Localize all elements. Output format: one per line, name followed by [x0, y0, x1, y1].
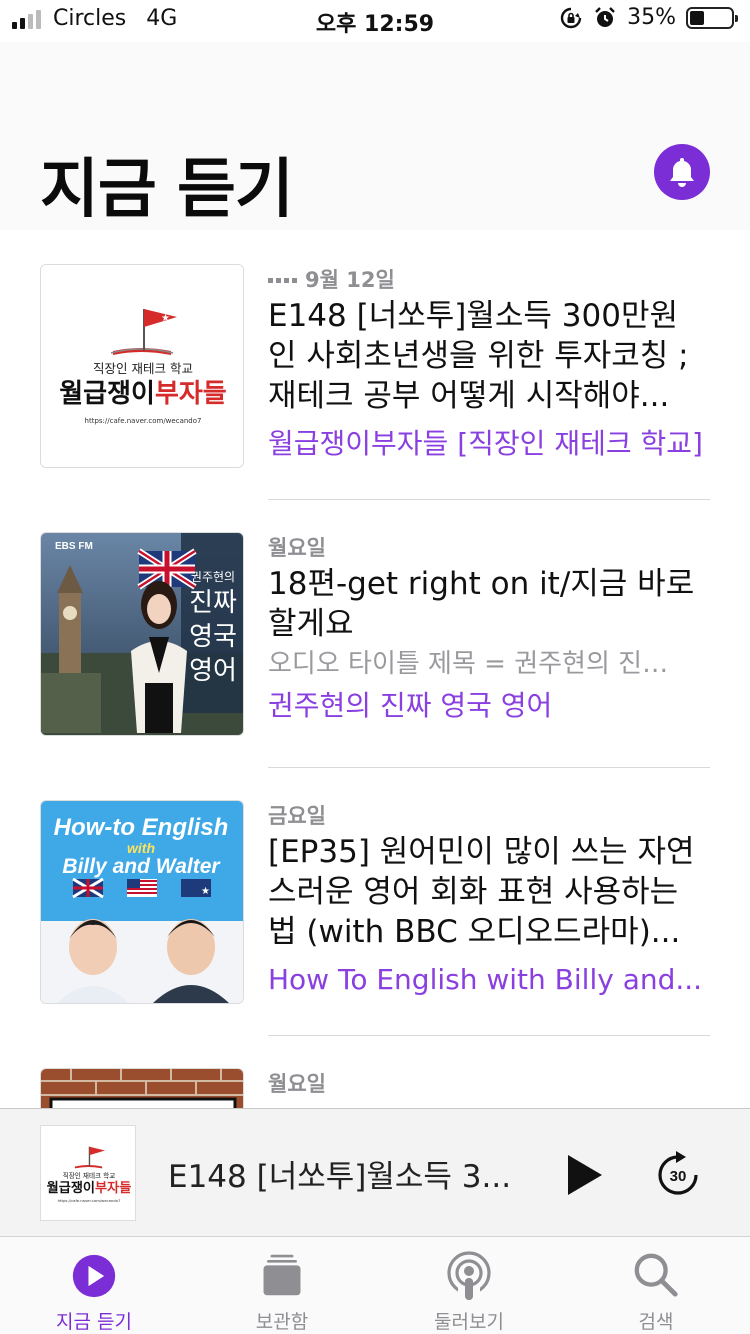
art-subtitle: 직장인 재테크 학교	[93, 361, 193, 376]
play-circle-icon	[72, 1254, 116, 1298]
mini-art-name-black: 월급쟁이	[47, 1179, 95, 1196]
episode-row[interactable]: EBS FM 권주현의 진짜 영국 영어 월요일 18편-get right o…	[40, 532, 710, 736]
wolgeup-logo-artwork: ★ 직장인 재테크 학교 월급쟁이부자들 https://cafe.naver.…	[41, 265, 243, 467]
episode-date-label: 9월 12일	[305, 268, 395, 292]
tab-listen-now[interactable]: 지금 듣기	[0, 1237, 188, 1334]
status-right: 35%	[559, 5, 738, 30]
art-name-line-1: 진짜	[189, 588, 237, 618]
art-name-black: 월급쟁이	[59, 379, 155, 409]
skip-forward-30-button[interactable]: 30	[654, 1151, 702, 1199]
mini-art-subtitle: 직장인 재테크 학교	[63, 1171, 116, 1180]
episode-artwork: EBS FM 권주현의 진짜 영국 영어	[40, 532, 244, 736]
art-name-line-2: 영국	[189, 622, 237, 652]
tab-browse[interactable]: 둘러보기	[375, 1237, 563, 1334]
battery-icon	[686, 6, 738, 29]
alarm-icon	[595, 6, 615, 27]
svg-text:★: ★	[161, 313, 170, 324]
art-name-red: 부자들	[155, 379, 227, 409]
episode-artwork: How-to English with Billy and Walter ★	[40, 800, 244, 1004]
mini-art-url: https://cafe.naver.com/wecando7	[58, 1199, 121, 1203]
art-url: https://cafe.naver.com/wecando7	[85, 417, 202, 425]
episode-date-label: 월요일	[268, 1072, 326, 1096]
episode-show-link[interactable]: 권주현의 진짜 영국 영어	[268, 684, 710, 728]
art-brand: EBS FM	[55, 541, 93, 552]
tab-search[interactable]: 검색	[562, 1237, 750, 1334]
mini-player[interactable]: 직장인 재테크 학교 월급쟁이부자들 https://cafe.naver.co…	[0, 1108, 750, 1236]
tab-library[interactable]: 보관함	[188, 1237, 376, 1334]
svg-text:월급쟁이부자들: 월급쟁이부자들	[47, 1179, 132, 1196]
divider	[268, 767, 710, 768]
episode-title: [EP35] 원어민이 많이 쓰는 자연스러운 영어 회화 표현 사용하는 법 …	[268, 834, 695, 950]
divider	[268, 1035, 710, 1036]
episode-date: 월요일	[268, 1068, 710, 1100]
svg-text:★: ★	[201, 886, 210, 897]
episode-date: 금요일	[268, 800, 710, 832]
art-line-2: with	[127, 840, 155, 856]
ebs-british-english-artwork: EBS FM 권주현의 진짜 영국 영어	[41, 533, 243, 735]
mini-art-name-red: 부자들	[95, 1180, 131, 1196]
tab-label: 지금 듣기	[56, 1311, 132, 1333]
brick-wall-artwork	[41, 1069, 243, 1108]
tab-label: 둘러보기	[434, 1311, 504, 1333]
tab-bar: 지금 듣기 보관함 둘러보기 검색	[0, 1236, 750, 1334]
episode-show-link[interactable]: 월급쟁이부자들 [직장인 재테크 학교]	[268, 422, 710, 466]
status-bar: Circles 4G 오후 12:59 35%	[0, 0, 750, 42]
episode-row[interactable]: ★ 직장인 재테크 학교 월급쟁이부자들 https://cafe.naver.…	[40, 264, 710, 468]
episode-row[interactable]: 월요일	[40, 1068, 710, 1108]
mini-player-artwork: 직장인 재테크 학교 월급쟁이부자들 https://cafe.naver.co…	[40, 1125, 136, 1221]
podcast-icon	[447, 1251, 491, 1300]
episode-title: 18편-get right on it/지금 바로 할게요	[268, 566, 695, 642]
episode-date: 월요일	[268, 532, 710, 564]
episode-show-link[interactable]: How To English with Billy and...	[268, 958, 710, 1002]
wolgeup-logo-artwork: 직장인 재테크 학교 월급쟁이부자들 https://cafe.naver.co…	[41, 1126, 135, 1220]
svg-text:월급쟁이부자들: 월급쟁이부자들	[59, 379, 227, 409]
episode-date-label: 월요일	[268, 536, 326, 560]
art-line-3: Billy and Walter	[62, 855, 221, 878]
battery-percent: 35%	[627, 5, 676, 30]
tab-label: 검색	[638, 1311, 674, 1333]
search-icon	[634, 1253, 678, 1297]
episode-date: 9월 12일	[268, 264, 710, 296]
art-line-1: How-to English	[54, 814, 229, 841]
episode-title: E148 [너쏘투]월소득 300만원 인 사회초년생을 위한 투자코칭 ; 재…	[268, 298, 689, 414]
episode-row[interactable]: How-to English with Billy and Walter ★ 금…	[40, 800, 710, 1004]
bell-icon	[670, 158, 694, 187]
skip-seconds-label: 30	[670, 1168, 687, 1185]
rotation-lock-icon	[560, 7, 582, 28]
page-title: 지금 듣기	[40, 153, 294, 227]
episode-description: 오디오 타이틀 제목 = 권주현의 진…	[268, 649, 669, 679]
play-icon	[568, 1155, 602, 1195]
library-stack-icon	[263, 1254, 301, 1296]
play-button[interactable]	[562, 1153, 606, 1197]
divider	[268, 499, 710, 500]
notifications-button[interactable]	[654, 144, 710, 200]
art-name-small: 권주현의	[191, 570, 235, 584]
unplayed-dots-icon	[268, 277, 297, 283]
art-name-line-3: 영어	[189, 656, 237, 686]
page-header: 지금 듣기	[0, 42, 750, 230]
how-to-english-artwork: How-to English with Billy and Walter ★	[41, 801, 243, 1003]
episode-artwork: ★ 직장인 재테크 학교 월급쟁이부자들 https://cafe.naver.…	[40, 264, 244, 468]
tab-label: 보관함	[255, 1311, 309, 1333]
episode-date-label: 금요일	[268, 804, 326, 828]
mini-player-title: E148 [너쏘투]월소득 3...	[168, 1159, 512, 1195]
episode-artwork	[40, 1068, 244, 1108]
